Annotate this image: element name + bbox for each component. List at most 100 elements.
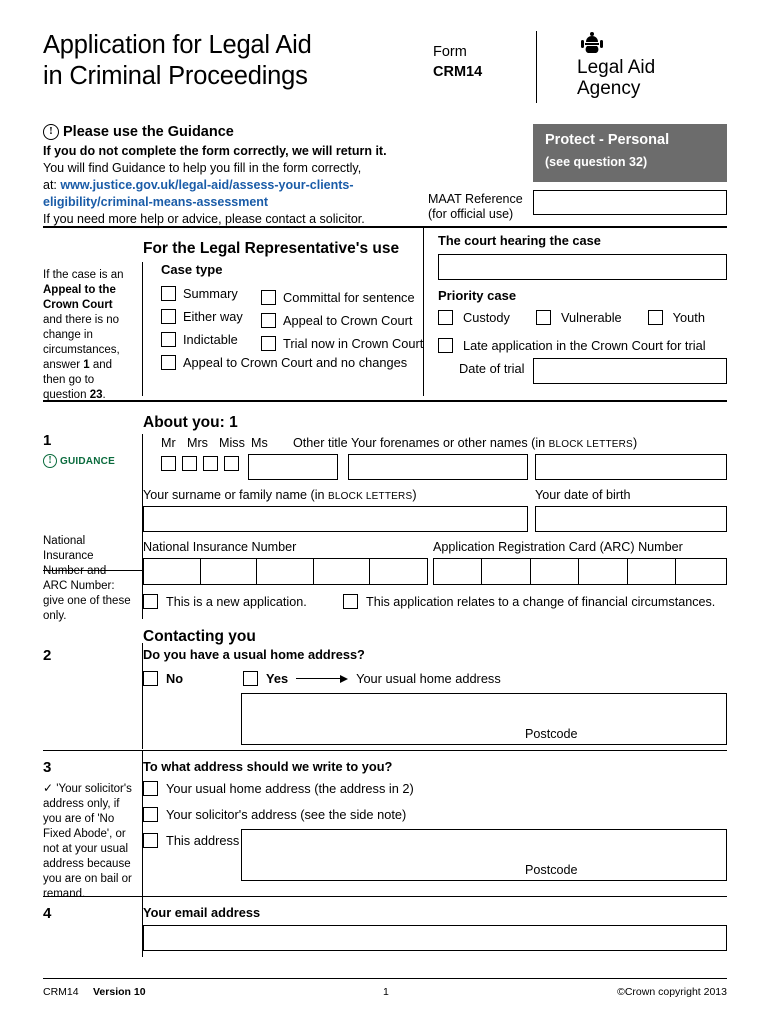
- logo-text: Legal Aid Agency: [577, 57, 726, 99]
- guidance-at-word: at:: [43, 178, 57, 192]
- title-label-mrs: Mrs: [187, 436, 208, 450]
- surname-input[interactable]: [143, 506, 528, 532]
- q2-yes-option[interactable]: Yes Your usual home address: [243, 671, 501, 686]
- q3-option-this-address[interactable]: This address: [143, 833, 239, 848]
- contacting-you-section: Contacting you 2 Do you have a usual hom…: [43, 621, 727, 749]
- contacting-you-title: Contacting you: [143, 628, 256, 645]
- date-of-trial-input[interactable]: [533, 358, 727, 384]
- postcode-label-q2: Postcode: [525, 727, 578, 741]
- title-line-2: in Criminal Proceedings: [43, 62, 308, 90]
- surname-label-caps: BLOCK LETTERS: [328, 491, 413, 502]
- guidance-tag-q1[interactable]: ! Guidance: [43, 454, 115, 468]
- dob-input[interactable]: [535, 506, 727, 532]
- late-application-row: Late application in the Crown Court for …: [438, 338, 706, 353]
- dob-label: Your date of birth: [535, 488, 631, 502]
- title-line-1: Application for Legal Aid: [43, 31, 312, 59]
- logo-line-1: Legal Aid: [577, 57, 656, 78]
- title-label-miss: Miss: [219, 436, 245, 450]
- royal-crest-svg: [581, 32, 603, 53]
- checkbox-q3-solicitor-address[interactable]: [143, 807, 158, 822]
- new-application-row[interactable]: This is a new application.: [143, 594, 307, 609]
- checkbox-either-way[interactable]: [161, 309, 176, 324]
- footer-form-code: CRM14: [43, 986, 79, 998]
- q2-yes-label: Yes: [266, 671, 289, 686]
- column-divider-left: [142, 262, 143, 396]
- protect-title: Protect - Personal: [545, 132, 670, 148]
- checkbox-vulnerable[interactable]: [535, 310, 551, 325]
- q3-sidenote: ✓ 'Your solicitor's address only, if you…: [43, 781, 133, 902]
- checkbox-title-ms[interactable]: [224, 456, 239, 471]
- title-options-labels: Mr Mrs Miss Ms Other title: [161, 436, 348, 450]
- case-type-option-committal[interactable]: Committal for sentence: [261, 290, 436, 305]
- checkbox-no-home-address[interactable]: [143, 671, 158, 686]
- checkbox-change-of-circumstances[interactable]: [343, 594, 358, 609]
- sidenote-part-2: Appeal to the Crown Court: [43, 284, 116, 311]
- q3-option-label-1: Your solicitor's address (see the side n…: [166, 807, 407, 822]
- checkbox-late-application[interactable]: [438, 338, 453, 353]
- checkbox-appeal-no-changes[interactable]: [161, 355, 176, 370]
- exclamation-icon: !: [43, 124, 59, 140]
- forenames-input-extra[interactable]: [535, 454, 727, 480]
- ni-number-input[interactable]: [143, 558, 428, 585]
- checkbox-title-miss[interactable]: [203, 456, 218, 471]
- surname-label: Your surname or family name (in BLOCK LE…: [143, 488, 417, 502]
- other-title-input[interactable]: [248, 454, 338, 480]
- question-3-section: 3 ✓ 'Your solicitor's address only, if y…: [43, 751, 727, 900]
- surname-label-end: ): [412, 488, 417, 502]
- q2-no-option[interactable]: No: [143, 671, 183, 686]
- checkbox-summary[interactable]: [161, 286, 176, 301]
- usual-home-address-input[interactable]: [241, 693, 727, 745]
- maat-reference-input[interactable]: [533, 190, 727, 215]
- new-application-label: This is a new application.: [166, 594, 307, 609]
- forenames-label-caps: BLOCK LETTERS: [548, 439, 633, 450]
- checkbox-committal-for-sentence[interactable]: [261, 290, 276, 305]
- ni-number-label: National Insurance Number: [143, 540, 297, 554]
- case-type-col2-label-1: Appeal to Crown Court: [283, 313, 413, 328]
- priority-label-0: Custody: [463, 310, 510, 325]
- legal-rep-section-title: For the Legal Representative's use: [143, 240, 400, 257]
- change-of-circumstances-row[interactable]: This application relates to a change of …: [343, 594, 715, 609]
- case-type-option-appeal-crown[interactable]: Appeal to Crown Court: [261, 313, 436, 328]
- footer-version: Version 10: [93, 986, 146, 998]
- checkbox-q3-this-address[interactable]: [143, 833, 158, 848]
- priority-label-2: Youth: [672, 310, 705, 325]
- checkbox-custody[interactable]: [438, 310, 453, 325]
- checkbox-title-mr[interactable]: [161, 456, 176, 471]
- other-title-label: Other title: [293, 436, 348, 450]
- checkbox-title-mrs[interactable]: [182, 456, 197, 471]
- checkbox-new-application[interactable]: [143, 594, 158, 609]
- sidenote-part-6: 23: [89, 389, 103, 401]
- q2-no-label: No: [166, 671, 184, 686]
- guidance-block: ! Please use the Guidance If you do not …: [43, 124, 727, 226]
- page-header: Application for Legal Aid in Criminal Pr…: [43, 26, 727, 114]
- q3-option-solicitor[interactable]: Your solicitor's address (see the side n…: [143, 807, 406, 822]
- change-of-circumstances-label: This application relates to a change of …: [366, 594, 716, 609]
- forenames-input[interactable]: [348, 454, 528, 480]
- checkbox-indictable[interactable]: [161, 332, 176, 347]
- checkbox-appeal-to-crown-court[interactable]: [261, 313, 276, 328]
- case-type-label: Case type: [161, 262, 223, 277]
- q3-address-input[interactable]: [241, 829, 727, 881]
- arc-number-input[interactable]: [433, 558, 727, 585]
- maat-reference-label: MAAT Reference (for official use): [428, 192, 523, 222]
- checkbox-q3-usual-home-address[interactable]: [143, 781, 158, 796]
- date-of-trial-label: Date of trial: [459, 361, 525, 376]
- page-content: Application for Legal Aid in Criminal Pr…: [43, 26, 727, 957]
- forenames-label-end: ): [632, 436, 638, 450]
- arrow-icon: [296, 674, 349, 683]
- sidenote-part-7: .: [102, 389, 106, 401]
- guidance-url-part-1[interactable]: www.justice.gov.uk/legal-aid/assess-your…: [60, 178, 353, 192]
- royal-crest-icon: [577, 31, 726, 55]
- guidance-tag-text: Guidance: [60, 455, 115, 467]
- checkbox-trial-now-in-crown-court[interactable]: [261, 336, 276, 351]
- question-2-label: Do you have a usual home address?: [143, 647, 365, 662]
- court-hearing-input[interactable]: [438, 254, 727, 280]
- checkbox-yes-home-address[interactable]: [243, 671, 258, 686]
- form-code: CRM14: [433, 64, 483, 80]
- case-type-option-trial-crown[interactable]: Trial now in Crown Court: [261, 336, 436, 351]
- q3-option-usual-home[interactable]: Your usual home address (the address in …: [143, 781, 414, 796]
- title-checkboxes: [161, 456, 239, 471]
- question-4-number: 4: [43, 905, 52, 922]
- checkbox-youth[interactable]: [647, 310, 663, 325]
- email-input[interactable]: [143, 925, 727, 951]
